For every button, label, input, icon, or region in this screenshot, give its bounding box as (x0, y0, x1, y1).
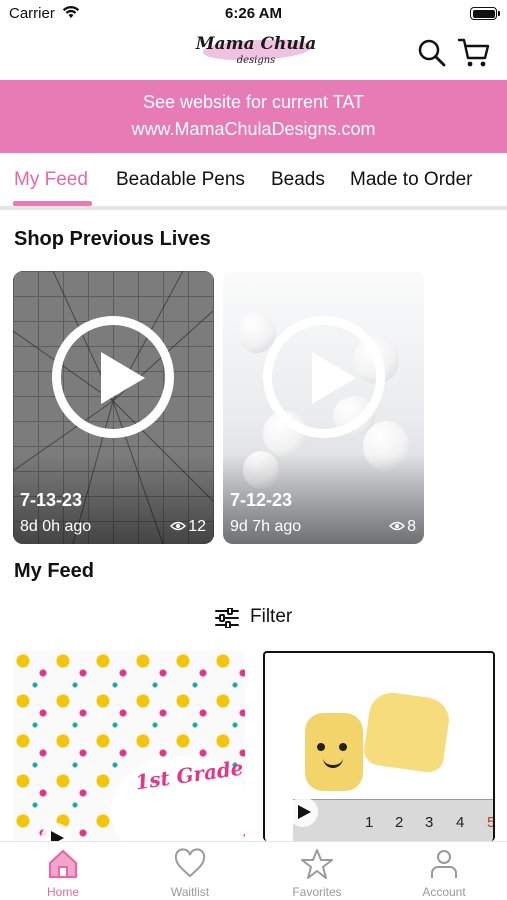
tab-beads[interactable]: Beads (271, 169, 325, 191)
live-views-count: 8 (407, 518, 416, 535)
live-age: 9d 7h ago (230, 518, 302, 535)
person-icon (431, 850, 457, 878)
ruler-number: 2 (395, 814, 404, 831)
feed-item[interactable]: 1st Grade (13, 651, 245, 841)
nav-favorites[interactable]: Favorites (254, 842, 380, 900)
app-screen: Carrier 6:26 AM Mama Chula designs See w… (0, 0, 507, 900)
play-icon[interactable] (52, 316, 174, 438)
banner-link[interactable]: www.MamaChulaDesigns.com (0, 116, 507, 143)
heart-icon (174, 848, 206, 878)
status-bar: Carrier 6:26 AM (0, 0, 507, 30)
ruler-image: 1 2 3 4 5 (293, 799, 493, 841)
tabs-divider (0, 206, 507, 210)
live-date: 7-12-23 (230, 490, 293, 510)
live-age: 8d 0h ago (20, 518, 92, 535)
ruler-number: 3 (425, 814, 434, 831)
filter-label: Filter (250, 606, 293, 627)
logo-subtitle: designs (236, 55, 276, 66)
banner-line-1: See website for current TAT (142, 92, 365, 112)
star-icon (301, 849, 333, 879)
ruler-number: 5 (487, 814, 495, 831)
announcement-banner[interactable]: See website for current TAT www.MamaChul… (0, 80, 507, 153)
nav-home-label: Home (46, 885, 79, 899)
ruler-number: 1 (365, 814, 374, 831)
live-views: 12 (170, 518, 206, 536)
nav-account-label: Account (422, 885, 466, 899)
tab-beadable-pens[interactable]: Beadable Pens (116, 169, 245, 191)
feed-item[interactable]: 1 2 3 4 5 (263, 651, 495, 841)
live-card[interactable]: 7-12-23 9d 7h ago 8 (223, 271, 424, 544)
live-date: 7-13-23 (20, 490, 83, 510)
play-icon[interactable] (263, 316, 385, 438)
eye-icon (389, 518, 406, 536)
ruler-number: 4 (456, 814, 465, 831)
brand-logo: Mama Chula designs (195, 32, 317, 70)
battery-icon (470, 7, 500, 20)
previous-lives-title: Shop Previous Lives (14, 228, 211, 250)
nav-home[interactable]: Home (0, 842, 126, 900)
nav-waitlist[interactable]: Waitlist (127, 842, 253, 900)
bottom-tab-bar: Home Waitlist Favorites Account (0, 841, 507, 900)
tabs-fade (467, 153, 507, 205)
nav-account[interactable]: Account (381, 842, 507, 900)
nav-favorites-label: Favorites (292, 885, 342, 899)
logo-name: Mama Chula (195, 34, 317, 54)
tab-made-to-order[interactable]: Made to Order (350, 169, 473, 191)
play-icon[interactable] (288, 797, 318, 827)
status-time: 6:26 AM (225, 5, 282, 22)
live-views-count: 12 (188, 518, 206, 535)
feed-title: My Feed (14, 560, 95, 582)
search-icon[interactable] (417, 38, 447, 68)
bead-block-image (362, 689, 452, 775)
cart-icon[interactable] (457, 37, 491, 69)
nav-waitlist-label: Waitlist (170, 885, 210, 899)
live-views: 8 (389, 518, 416, 536)
live-card[interactable]: 7-13-23 8d 0h ago 12 (13, 271, 214, 544)
sliders-icon (215, 607, 239, 633)
active-tab-indicator (13, 201, 92, 206)
bus-bead-image (305, 713, 363, 791)
home-icon (48, 849, 78, 879)
tab-my-feed[interactable]: My Feed (14, 169, 88, 191)
eye-icon (170, 518, 187, 536)
